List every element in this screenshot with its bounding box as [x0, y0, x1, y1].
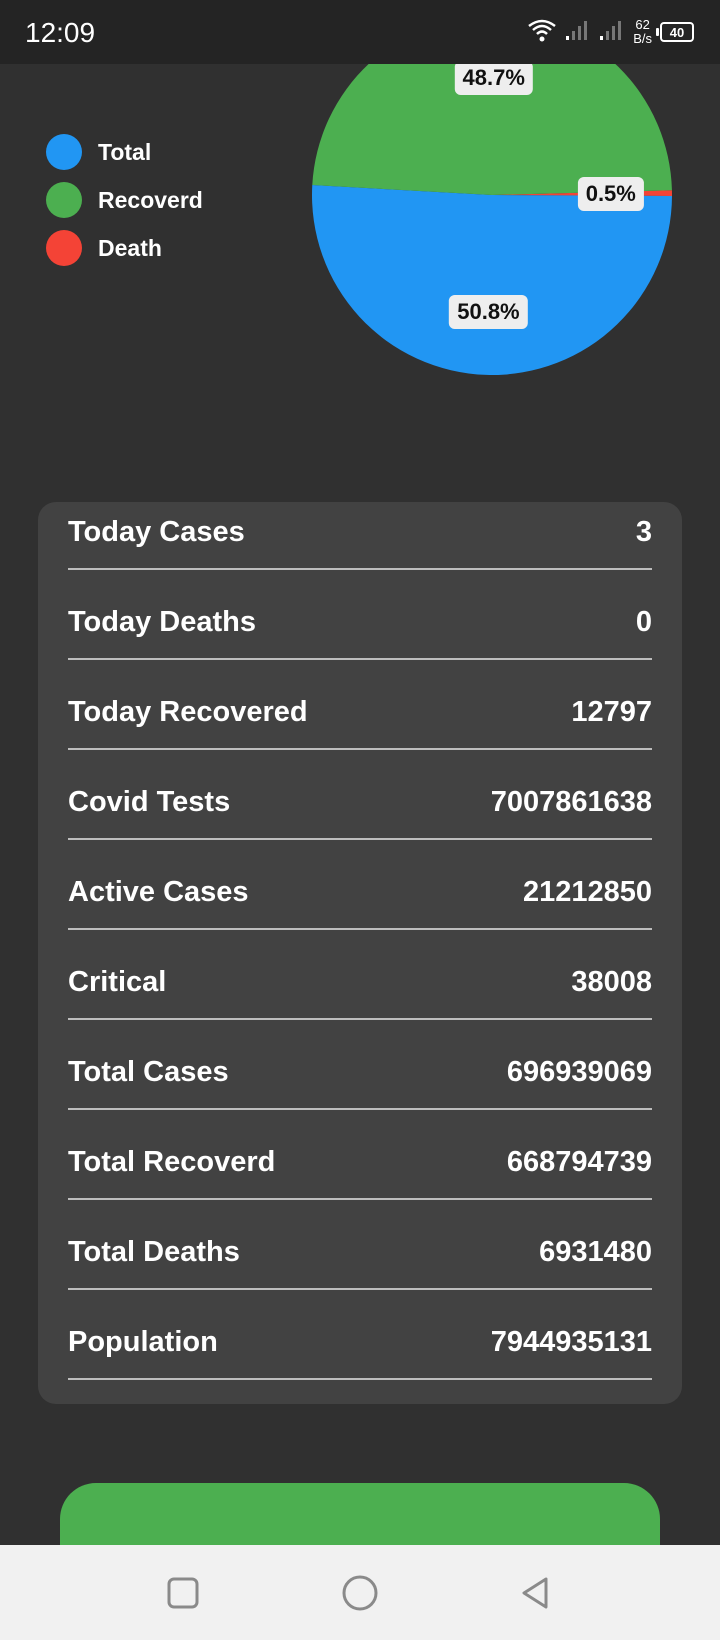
legend-label-death: Death	[98, 234, 162, 261]
legend-item-recovered: Recoverd	[46, 176, 203, 224]
stat-row-today-recovered: Today Recovered 12797	[68, 682, 652, 750]
stat-value: 38008	[571, 966, 652, 998]
stat-row-today-deaths: Today Deaths 0	[68, 592, 652, 660]
navigation-bar	[0, 1545, 720, 1640]
pie-label-total: 50.8%	[449, 294, 528, 329]
network-speed-value: 62	[635, 17, 650, 32]
stat-value: 7944935131	[490, 1326, 652, 1358]
battery-level: 40	[669, 24, 685, 40]
stat-value: 696939069	[506, 1056, 652, 1088]
stat-value: 7007861638	[490, 786, 652, 818]
stat-label: Population	[68, 1326, 218, 1358]
stat-value: 668794739	[506, 1146, 652, 1178]
stat-row-active-cases: Active Cases 21212850	[68, 862, 652, 930]
chart-legend: Total Recoverd Death	[46, 128, 203, 272]
stat-value: 21212850	[522, 876, 652, 908]
pie-slice-total	[312, 185, 672, 375]
status-bar: 12:09 62 B/s 40	[0, 0, 720, 64]
legend-item-death: Death	[46, 224, 203, 272]
legend-dot-recovered	[46, 182, 82, 218]
stat-row-covid-tests: Covid Tests 7007861638	[68, 772, 652, 840]
stats-card: Today Cases 3 Today Deaths 0 Today Recov…	[38, 502, 682, 1404]
stat-label: Today Cases	[68, 516, 245, 548]
stat-row-total-cases: Total Cases 696939069	[68, 1042, 652, 1110]
back-triangle-icon[interactable]	[514, 1571, 558, 1615]
stat-label: Today Deaths	[68, 606, 257, 638]
signal-icon	[565, 18, 591, 47]
stat-row-today-cases: Today Cases 3	[68, 502, 652, 570]
pie-chart: 0.5% 50.8% 48.7%	[310, 13, 674, 377]
legend-dot-death	[46, 230, 82, 266]
network-speed-unit: B/s	[633, 31, 652, 46]
wifi-icon	[527, 17, 557, 48]
pie-label-death: 0.5%	[577, 176, 644, 211]
stat-label: Today Recovered	[68, 696, 308, 728]
stat-label: Critical	[68, 966, 167, 998]
circle-icon[interactable]	[338, 1571, 382, 1615]
legend-label-total: Total	[98, 138, 152, 165]
stat-value: 12797	[571, 696, 652, 728]
legend-item-total: Total	[46, 128, 203, 176]
stat-label: Total Cases	[68, 1056, 229, 1088]
stat-row-total-recovered: Total Recoverd 668794739	[68, 1132, 652, 1200]
network-speed: 62 B/s	[633, 18, 652, 46]
stat-label: Covid Tests	[68, 786, 231, 818]
stat-row-total-deaths: Total Deaths 6931480	[68, 1222, 652, 1290]
legend-label-recovered: Recoverd	[98, 186, 203, 213]
stat-value: 0	[635, 606, 652, 638]
stat-label: Total Recoverd	[68, 1146, 276, 1178]
battery-icon: 40	[656, 22, 694, 42]
stat-label: Total Deaths	[68, 1236, 240, 1268]
square-icon[interactable]	[161, 1571, 205, 1615]
pie-label-recoverd: 48.7%	[454, 61, 533, 95]
stat-value: 3	[635, 516, 652, 548]
stat-row-critical: Critical 38008	[68, 952, 652, 1020]
stat-row-population: Population 7944935131	[68, 1312, 652, 1380]
stat-label: Active Cases	[68, 876, 249, 908]
legend-dot-total	[46, 134, 82, 170]
signal-icon	[599, 18, 625, 47]
status-time: 12:09	[25, 17, 96, 48]
stat-value: 6931480	[539, 1236, 652, 1268]
